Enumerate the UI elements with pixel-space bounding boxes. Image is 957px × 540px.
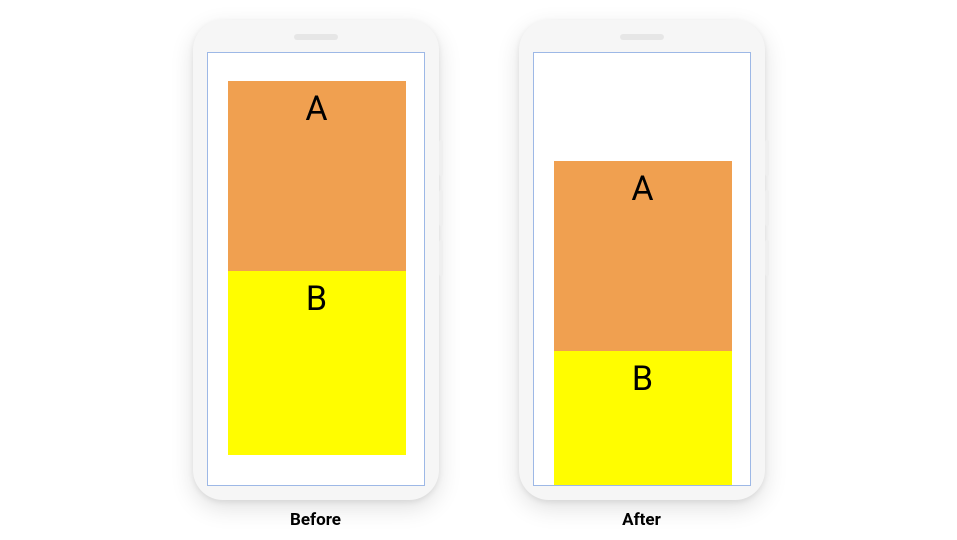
element-b-before: B (228, 271, 406, 455)
element-b-after: B (554, 351, 732, 486)
before-column: A B Before (193, 20, 439, 530)
after-column: A B After (519, 20, 765, 530)
element-a-after: A (554, 161, 732, 351)
caption-before: Before (290, 510, 341, 530)
phone-screen-before: A B (207, 52, 425, 486)
phone-screen-after: A B (533, 52, 751, 486)
diagram-stage: A B Before A B After (193, 10, 765, 530)
phone-before: A B (193, 20, 439, 500)
phone-speaker (294, 34, 338, 40)
element-a-before: A (228, 81, 406, 271)
element-b-label: B (632, 359, 653, 399)
phone-after: A B (519, 20, 765, 500)
element-a-label: A (631, 169, 653, 209)
phone-speaker (620, 34, 664, 40)
element-b-label: B (306, 279, 327, 319)
caption-after: After (622, 510, 661, 530)
element-a-label: A (305, 89, 327, 129)
